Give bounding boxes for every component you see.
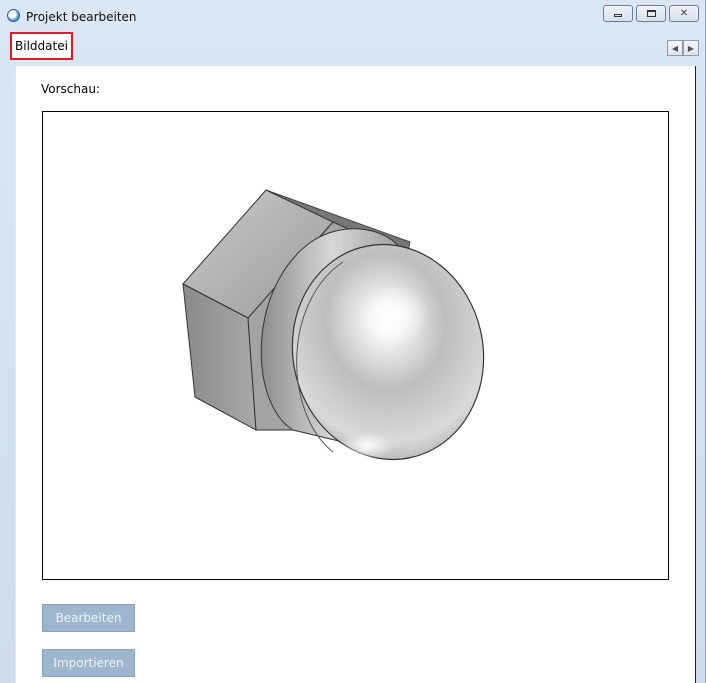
chevron-right-icon: ▶	[687, 43, 695, 53]
dialog-window: Projekt bearbeiten ✕ Bilddatei ◀ ▶ Vorsc…	[0, 0, 706, 683]
maximize-button[interactable]	[636, 5, 666, 22]
import-button[interactable]: Importieren	[42, 649, 135, 677]
app-icon	[7, 9, 20, 22]
chevron-left-icon: ◀	[671, 43, 679, 53]
tab-scroll-right-button[interactable]: ▶	[683, 40, 699, 56]
minimize-icon	[614, 14, 622, 17]
tab-label: Bilddatei	[15, 39, 68, 53]
minimize-button[interactable]	[603, 5, 633, 22]
tab-scroll-arrows: ◀ ▶	[667, 40, 699, 56]
edit-button-label: Bearbeiten	[55, 611, 122, 625]
edit-button[interactable]: Bearbeiten	[42, 604, 135, 632]
maximize-icon	[646, 10, 656, 17]
tab-content-panel: Vorschau: Bearbeiten Importieren	[15, 66, 696, 683]
tab-bilddatei[interactable]: Bilddatei	[10, 32, 73, 60]
close-icon: ✕	[679, 7, 689, 19]
preview-area	[42, 111, 669, 580]
window-title: Projekt bearbeiten	[26, 10, 137, 24]
close-button[interactable]: ✕	[669, 5, 699, 22]
cap-nut-image	[182, 189, 485, 461]
preview-label: Vorschau:	[41, 82, 101, 96]
tab-strip: Bilddatei ◀ ▶	[0, 30, 705, 66]
title-bar[interactable]: Projekt bearbeiten ✕	[0, 0, 705, 30]
tab-scroll-left-button[interactable]: ◀	[667, 40, 683, 56]
import-button-label: Importieren	[53, 656, 124, 670]
